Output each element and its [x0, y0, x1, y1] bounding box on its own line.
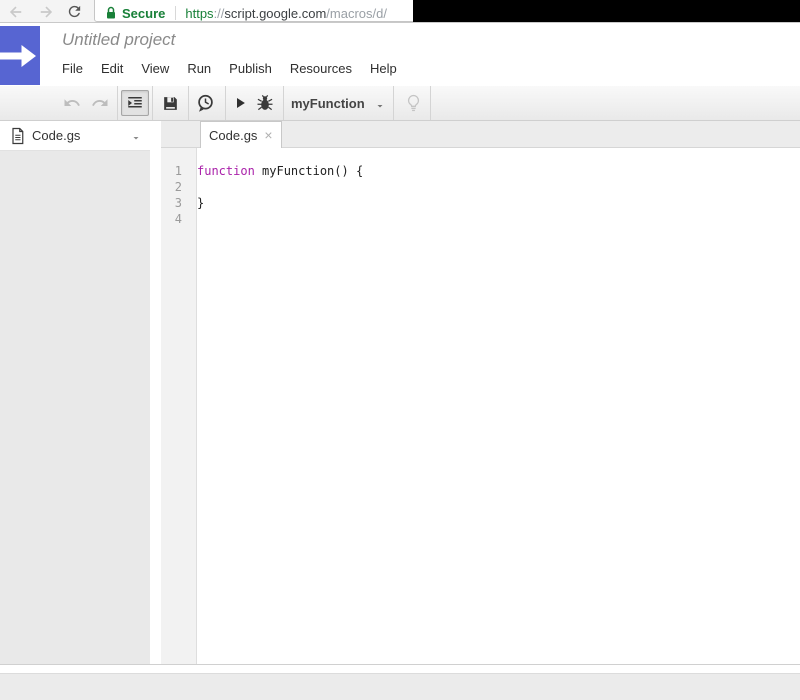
- function-selector[interactable]: myFunction: [291, 86, 391, 120]
- code-editor: Code.gs × 1 function myFunction() { 2 3 …: [161, 121, 800, 664]
- indent-icon: [126, 94, 144, 112]
- code-line: 3 }: [161, 195, 800, 211]
- code-line: 1 function myFunction() {: [161, 163, 800, 179]
- menu-run[interactable]: Run: [178, 58, 220, 79]
- plain-token: }: [197, 196, 204, 210]
- tab-close-icon[interactable]: ×: [264, 129, 272, 141]
- toolbar-separator: [188, 86, 189, 120]
- plain-token: myFunction() {: [255, 164, 363, 178]
- tab-label: Code.gs: [209, 128, 257, 143]
- code-line-text: [190, 179, 197, 195]
- url-separator: ://: [214, 6, 225, 21]
- reload-icon: [66, 3, 83, 20]
- omnibox-divider: [175, 6, 176, 20]
- toolbar-separator: [225, 86, 226, 120]
- menu-view[interactable]: View: [132, 58, 178, 79]
- keyword-token: function: [197, 164, 255, 178]
- forward-button[interactable]: [35, 1, 57, 22]
- execution-transcript-icon: [195, 93, 216, 114]
- run-button[interactable]: [230, 93, 250, 113]
- apps-script-logo: [0, 26, 40, 85]
- toolbar-separator: [152, 86, 153, 120]
- arrow-logo-icon: [0, 36, 40, 76]
- line-number: 1: [161, 163, 190, 179]
- menu-publish[interactable]: Publish: [220, 58, 281, 79]
- url-path: /macros/d/: [326, 6, 387, 21]
- app-header: Untitled project File Edit View Run Publ…: [0, 23, 800, 86]
- save-button[interactable]: [159, 93, 181, 113]
- line-number: 3: [161, 195, 190, 211]
- content-area: Code.gs Code.gs × 1 function myFunction(…: [0, 121, 800, 665]
- toolbar-separator: [283, 86, 284, 120]
- code-line: 4: [161, 211, 800, 227]
- function-selector-value: myFunction: [291, 96, 365, 111]
- undo-button[interactable]: [61, 93, 83, 113]
- toolbar-separator: [430, 86, 431, 120]
- indent-button[interactable]: [121, 90, 149, 116]
- save-icon: [161, 94, 180, 113]
- code-line-text: [190, 211, 197, 227]
- execution-transcript-button[interactable]: [194, 92, 216, 114]
- project-title[interactable]: Untitled project: [62, 30, 175, 50]
- back-button[interactable]: [5, 1, 27, 22]
- lightbulb-icon: [404, 93, 423, 114]
- debug-button[interactable]: [254, 92, 276, 114]
- menu-file[interactable]: File: [53, 58, 92, 79]
- tab-code-gs[interactable]: Code.gs ×: [200, 121, 282, 148]
- forward-arrow-icon: [37, 3, 55, 21]
- url-host: script.google.com: [224, 6, 326, 21]
- url-scheme: https: [185, 6, 213, 21]
- code-line-text: function myFunction() {: [190, 163, 363, 179]
- redo-icon: [90, 94, 110, 112]
- script-file-icon: [10, 127, 26, 145]
- code-text-area[interactable]: 1 function myFunction() { 2 3 } 4: [161, 148, 800, 664]
- tab-strip: Code.gs ×: [161, 121, 800, 148]
- toolbar-separator: [117, 86, 118, 120]
- menu-edit[interactable]: Edit: [92, 58, 132, 79]
- toolbar-separator: [393, 86, 394, 120]
- toolbar: myFunction: [0, 86, 800, 121]
- line-number: 2: [161, 179, 190, 195]
- file-menu-caret-icon[interactable]: [130, 130, 142, 148]
- url-text: https://script.google.com/macros/d/: [185, 6, 387, 21]
- sidebar-file-name: Code.gs: [32, 128, 80, 143]
- redo-button[interactable]: [89, 93, 111, 113]
- files-sidebar: Code.gs: [0, 121, 150, 664]
- bug-icon: [255, 93, 275, 113]
- undo-icon: [62, 94, 82, 112]
- menu-help[interactable]: Help: [361, 58, 406, 79]
- back-arrow-icon: [7, 3, 25, 21]
- apps-script-editor-window: Secure https://script.google.com/macros/…: [0, 0, 800, 700]
- code-line: 2: [161, 179, 800, 195]
- suggestions-button[interactable]: [402, 92, 424, 115]
- secure-lock-icon: [105, 6, 117, 20]
- reload-button[interactable]: [63, 1, 85, 22]
- browser-toolbar: Secure https://script.google.com/macros/…: [0, 0, 800, 23]
- line-number: 4: [161, 211, 190, 227]
- sidebar-item-code-gs[interactable]: Code.gs: [0, 121, 150, 151]
- url-redaction-bar: [413, 0, 800, 22]
- secure-label: Secure: [122, 6, 165, 21]
- play-icon: [231, 94, 249, 112]
- status-bar: [0, 673, 800, 700]
- code-line-text: }: [190, 195, 204, 211]
- chevron-down-icon: [374, 98, 386, 116]
- menu-resources[interactable]: Resources: [281, 58, 361, 79]
- menu-bar: File Edit View Run Publish Resources Hel…: [53, 58, 406, 79]
